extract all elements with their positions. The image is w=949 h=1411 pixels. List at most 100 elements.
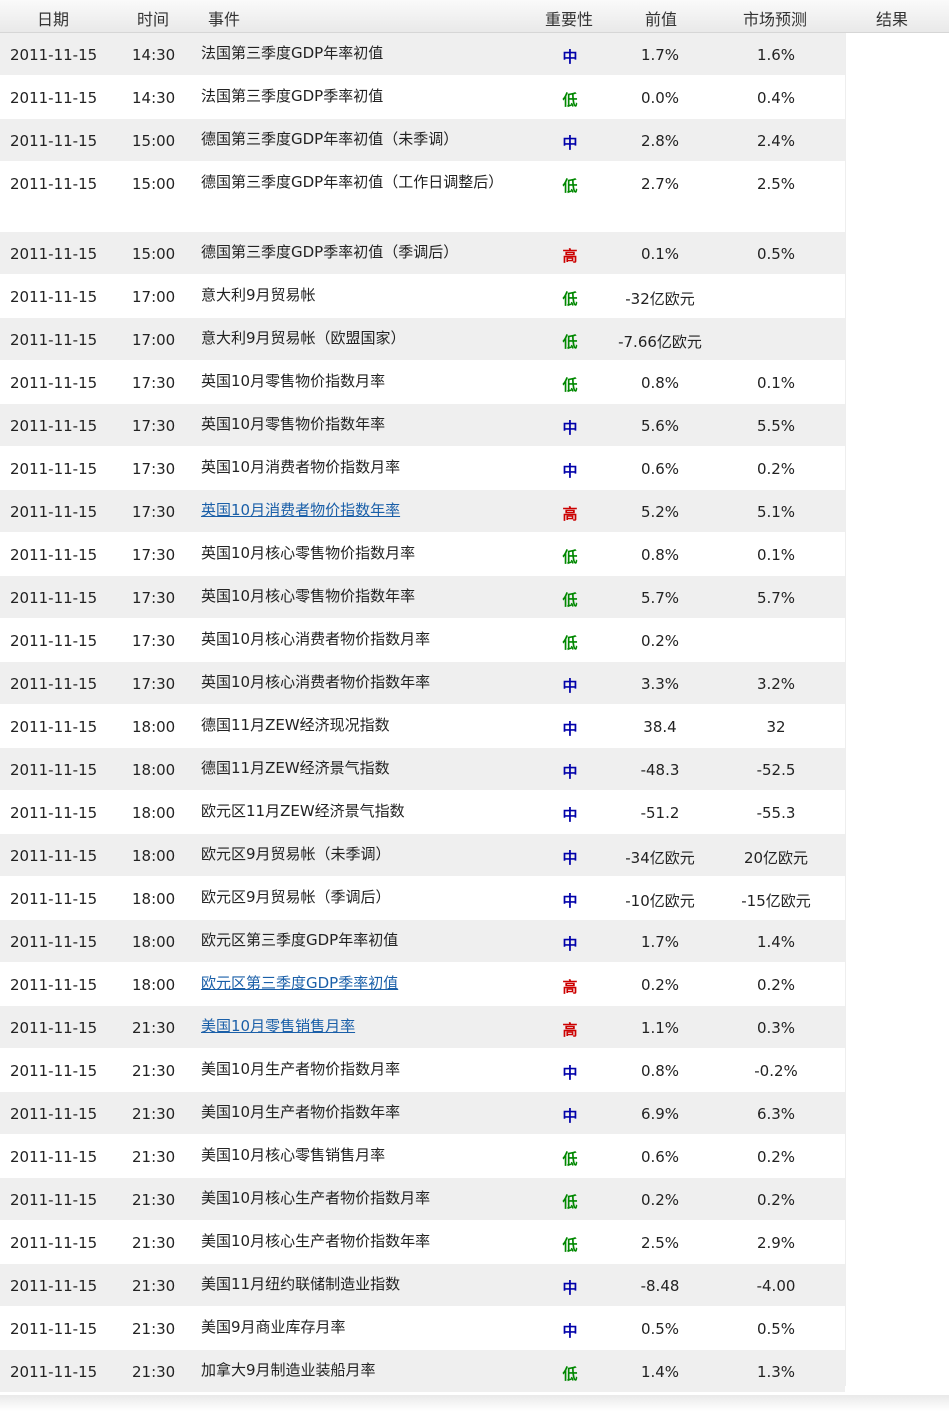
- row-date: 2011-11-15: [10, 460, 98, 478]
- row-event: 英国10月核心消费者物价指数月率: [201, 630, 431, 648]
- event-link[interactable]: 英国10月消费者物价指数年率: [201, 501, 400, 519]
- row-forecast: 5.1%: [756, 503, 796, 521]
- table-row: 2011-11-15 18:00 欧元区9月贸易帐（季调后） 中 -10亿欧元 -15亿欧…: [0, 877, 845, 920]
- row-previous: 0.2%: [640, 1191, 680, 1209]
- row-event: 美国10月核心零售销售月率: [201, 1146, 386, 1164]
- row-date: 2011-11-15: [10, 417, 98, 435]
- importance-badge: 低: [562, 1150, 578, 1168]
- row-event: 英国10月核心消费者物价指数年率: [201, 673, 431, 691]
- table-row: 2011-11-15 17:00 意大利9月贸易帐（欧盟国家） 低 -7.66亿欧元: [0, 318, 845, 361]
- row-time: 18:00: [132, 890, 176, 908]
- row-time: 21:30: [132, 1148, 176, 1166]
- row-date: 2011-11-15: [10, 675, 98, 693]
- event-link[interactable]: 欧元区第三季度GDP季率初值: [201, 974, 398, 992]
- importance-badge: 中: [562, 1064, 578, 1082]
- row-event: 英国10月核心零售物价指数月率: [201, 544, 416, 562]
- row-forecast: -52.5: [756, 761, 796, 779]
- row-date: 2011-11-15: [10, 245, 98, 263]
- importance-badge: 低: [562, 177, 578, 195]
- row-forecast: 32: [766, 718, 786, 736]
- row-date: 2011-11-15: [10, 374, 98, 392]
- row-previous: 6.9%: [640, 1105, 680, 1123]
- row-previous: -51.2: [640, 804, 680, 822]
- table-header: 日期 时间 事件 重要性 前值 市场预测 结果: [0, 0, 949, 33]
- table-row: 2011-11-15 15:00 德国第三季度GDP年率初值（未季调） 中 2.8% 2.…: [0, 119, 845, 162]
- row-forecast: 1.6%: [756, 46, 796, 64]
- row-time: 17:30: [132, 675, 176, 693]
- row-forecast: 0.2%: [756, 976, 796, 994]
- row-previous: 2.5%: [640, 1234, 680, 1252]
- row-previous: -32亿欧元: [625, 290, 695, 308]
- row-forecast: 3.2%: [756, 675, 796, 693]
- row-time: 21:30: [132, 1062, 176, 1080]
- table-row: 2011-11-15 21:30 美国10月核心生产者物价指数年率 低 2.5% 2.9%: [0, 1221, 845, 1264]
- table-row: 2011-11-15 18:00 欧元区第三季度GDP季率初值 高 0.2% 0.2%: [0, 963, 845, 1006]
- table-footer: [0, 1395, 949, 1411]
- row-forecast: 0.1%: [756, 546, 796, 564]
- row-previous: 1.7%: [640, 933, 680, 951]
- row-event: 美国9月商业库存月率: [201, 1318, 346, 1336]
- table-row: 2011-11-15 18:00 德国11月ZEW经济景气指数 中 -48.3 -52.5: [0, 748, 845, 791]
- table-row: 2011-11-15 18:00 德国11月ZEW经济现况指数 中 38.4 32: [0, 705, 845, 748]
- importance-badge: 中: [562, 419, 578, 437]
- row-forecast: 0.2%: [756, 460, 796, 478]
- row-time: 15:00: [132, 175, 176, 193]
- importance-badge: 中: [562, 806, 578, 824]
- row-time: 18:00: [132, 933, 176, 951]
- row-date: 2011-11-15: [10, 890, 98, 908]
- row-time: 15:00: [132, 245, 176, 263]
- row-previous: 1.1%: [640, 1019, 680, 1037]
- event-link[interactable]: 美国10月零售销售月率: [201, 1017, 355, 1035]
- row-forecast: 1.4%: [756, 933, 796, 951]
- row-event[interactable]: 英国10月消费者物价指数年率: [201, 496, 521, 525]
- row-previous: 5.2%: [640, 503, 680, 521]
- row-forecast: -0.2%: [754, 1062, 798, 1080]
- row-time: 17:00: [132, 331, 176, 349]
- row-date: 2011-11-15: [10, 1234, 98, 1252]
- row-event: 德国第三季度GDP年率初值（未季调）: [201, 130, 459, 148]
- importance-badge: 低: [562, 634, 578, 652]
- row-date: 2011-11-15: [10, 761, 98, 779]
- row-date: 2011-11-15: [10, 976, 98, 994]
- row-forecast: 2.9%: [756, 1234, 796, 1252]
- importance-badge: 低: [562, 376, 578, 394]
- table-row: 2011-11-15 17:30 英国10月零售物价指数月率 低 0.8% 0.1%: [0, 361, 845, 404]
- row-previous: 1.4%: [640, 1363, 680, 1381]
- row-event[interactable]: 欧元区第三季度GDP季率初值: [201, 969, 521, 998]
- row-date: 2011-11-15: [10, 1105, 98, 1123]
- importance-badge: 高: [562, 1021, 578, 1039]
- table-row: 2011-11-15 18:00 欧元区第三季度GDP年率初值 中 1.7% 1.4%: [0, 920, 845, 963]
- row-date: 2011-11-15: [10, 1062, 98, 1080]
- table-row: 2011-11-15 18:00 欧元区9月贸易帐（未季调） 中 -34亿欧元 20亿欧元: [0, 834, 845, 877]
- row-time: 18:00: [132, 976, 176, 994]
- row-event: 欧元区第三季度GDP年率初值: [201, 931, 399, 949]
- row-event: 欧元区11月ZEW经济景气指数: [201, 802, 405, 820]
- row-date: 2011-11-15: [10, 1277, 98, 1295]
- row-event: 法国第三季度GDP年率初值: [201, 44, 384, 62]
- row-event: 美国10月核心生产者物价指数年率: [201, 1232, 431, 1250]
- row-time: 18:00: [132, 847, 176, 865]
- table-row: 2011-11-15 21:30 美国9月商业库存月率 中 0.5% 0.5%: [0, 1307, 845, 1350]
- table-row: 2011-11-15 17:30 英国10月核心零售物价指数年率 低 5.7% 5.7%: [0, 576, 845, 619]
- row-forecast: 5.7%: [756, 589, 796, 607]
- row-forecast: 0.5%: [756, 245, 796, 263]
- row-forecast: 20亿欧元: [743, 849, 809, 867]
- row-previous: 2.7%: [640, 175, 680, 193]
- header-forecast: 市场预测: [743, 10, 808, 29]
- row-time: 18:00: [132, 718, 176, 736]
- row-time: 21:30: [132, 1320, 176, 1338]
- row-date: 2011-11-15: [10, 1320, 98, 1338]
- table-row: 2011-11-15 15:00 德国第三季度GDP年率初值（工作日调整后） 低 2.7…: [0, 162, 845, 232]
- row-date: 2011-11-15: [10, 933, 98, 951]
- importance-badge: 低: [562, 1365, 578, 1383]
- header-importance: 重要性: [545, 10, 594, 29]
- row-previous: 5.7%: [640, 589, 680, 607]
- row-time: 17:30: [132, 632, 176, 650]
- row-previous: 1.7%: [640, 46, 680, 64]
- table-row: 2011-11-15 17:00 意大利9月贸易帐 低 -32亿欧元: [0, 275, 845, 318]
- row-previous: 0.8%: [640, 546, 680, 564]
- importance-badge: 中: [562, 677, 578, 695]
- row-event[interactable]: 美国10月零售销售月率: [201, 1012, 521, 1041]
- row-forecast: 1.3%: [756, 1363, 796, 1381]
- row-date: 2011-11-15: [10, 331, 98, 349]
